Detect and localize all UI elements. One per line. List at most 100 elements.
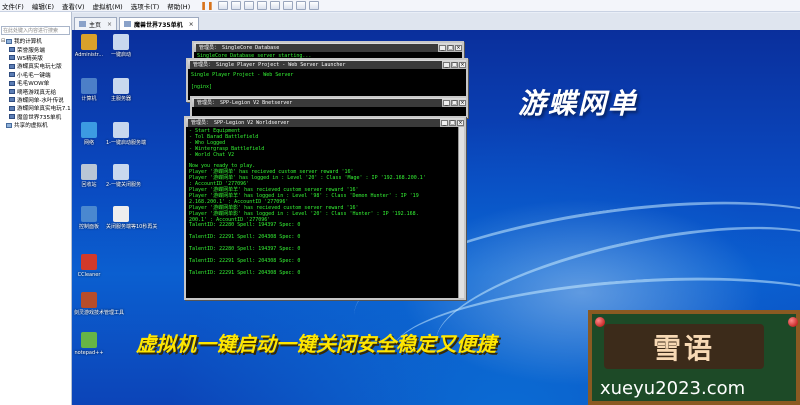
revert-icon[interactable] [243,1,254,10]
unity-icon[interactable] [269,1,280,10]
library-search-input[interactable]: 在此处键入内容进行搜索 [1,26,70,35]
virtual-machine-icon [9,114,15,120]
shortcut-label: 1-一键启动服务端 [106,140,146,146]
minimize-button[interactable]: _ [441,119,448,126]
menu-item-label: 文件(F) [2,2,24,11]
minimize-button[interactable]: _ [443,61,450,68]
library-tree-item[interactable]: 毛毛WOW单 [0,79,71,87]
menu-item[interactable]: 虚拟机(M) [93,1,123,11]
console-line: [nginx] [191,83,213,90]
fullscreen-icon[interactable] [256,1,267,10]
menu-item[interactable]: 选项卡(T) [131,1,160,11]
desktop-shortcut[interactable]: 2-一键关闭服务 [106,164,141,188]
maximize-button[interactable]: □ [449,119,456,126]
library-tree-item[interactable]: ⊟ 我的计算机 [0,37,71,45]
library-tree-item[interactable]: WS精英版 [0,54,71,62]
desktop-shortcut[interactable]: 控制面板 [74,206,104,230]
desktop-shortcut[interactable]: Administr... [74,34,104,58]
shortcut-icon [81,122,97,138]
watermark-badge: 雪语 xueyu2023.com [588,310,800,405]
console-title: 管理员： SPP-Legion V2 Worldserver [188,118,440,127]
thumbnail-icon[interactable] [295,1,306,10]
shortcut-icon [81,206,97,222]
guest-desktop[interactable]: Administr... 一键启动计算机 主服务器 网络 1-一键启动服务端回收站 2-一… [72,30,800,405]
virtual-machine-icon [9,72,15,78]
close-button[interactable]: × [459,61,466,68]
desktop-shortcut[interactable]: 主服务器 [106,78,136,102]
menu-item[interactable]: 查看(V) [62,1,85,11]
library-tree-item[interactable]: 荣誉服务端 [0,45,71,54]
tree-item-label: 游蝶网单-水叶传说 [17,97,64,104]
close-tab-icon[interactable]: × [107,21,112,28]
shortcut-label: notepad++ [74,350,104,356]
stretch-icon[interactable] [308,1,319,10]
tree-item-label: 毛毛WOW单 [17,81,50,88]
desktop-shortcut[interactable]: notepad++ [74,332,104,356]
desktop-shortcut[interactable]: 计算机 [74,78,104,102]
console-output: Single Player Project - Web Server [nginx… [188,69,466,93]
maximize-button[interactable]: □ [451,61,458,68]
library-tree: ⊟ 我的计算机 荣誉服务端 WS精英版游蝶真实电玩七版 小毛毛一键端 毛毛WOW单 嘀嗒游戏… [0,37,71,129]
desktop-shortcut[interactable]: 网络 [74,122,104,146]
menu-item-label: 查看(V) [62,2,85,11]
library-tree-item[interactable]: 游蝶网单-水叶传说 [0,96,71,104]
tree-item-label: 魔兽世界735单机 [17,114,62,121]
console-line: TalentID: 22291 Spell: 204308 Spec: 0 [189,269,301,276]
menu-item[interactable]: 文件(F) [2,1,24,11]
shortcut-label: Administr... [74,52,104,58]
virtual-machine-icon [9,80,15,86]
tab-label: 主页 [89,21,102,29]
desktop-shortcut[interactable]: CCleaner [74,254,104,278]
library-tree-item[interactable]: 嘀嗒游戏真无给 [0,87,71,96]
desktop-shortcut[interactable]: 回收站 [74,164,104,188]
tab-vm[interactable]: 魔兽世界735单机 × [119,17,199,30]
desktop-shortcut[interactable]: 关闭服务端等10秒再关 [106,206,157,230]
menu-item[interactable]: 编辑(E) [32,1,54,11]
watermark-logo: 雪语 [652,331,715,365]
console-scrollbar[interactable] [458,127,464,298]
shortcut-icon [113,122,129,138]
desktop-slogan: 虚拟机一键启动一键关闭安全稳定又便捷 [136,332,496,356]
library-tree-item[interactable]: 共享的虚拟机 [0,121,71,129]
minimize-button[interactable]: _ [443,99,450,106]
library-tree-item[interactable]: 魔兽世界735单机 [0,113,71,121]
virtual-machine-icon [9,89,15,95]
menu-item[interactable]: 帮助(H) [167,1,190,11]
power-icon[interactable] [217,1,228,10]
tree-item-label: 我的计算机 [14,39,42,46]
shortcut-icon [113,34,129,50]
shortcut-label: 计算机 [81,96,97,102]
virtual-machine-icon [9,55,15,61]
tab-home[interactable]: 主页 × [74,17,118,30]
console-title: 管理员： SPP-Legion V2 Bnetserver [194,98,442,107]
close-tab-icon[interactable]: × [189,21,194,28]
shortcut-icon [113,78,129,94]
maximize-button[interactable]: □ [451,99,458,106]
console-window-bnetserver[interactable]: 管理员： SPP-Legion V2 Bnetserver _ □ × [190,96,468,118]
library-tree-item[interactable]: 游蝶网单真实电玩7.18 [0,104,71,112]
minimize-button[interactable]: _ [439,44,446,51]
shortcut-label: 剑灵游戏技术管理工具 [74,310,125,316]
desktop-shortcut[interactable]: 一键启动 [106,34,136,58]
close-button[interactable]: × [457,119,464,126]
watermark-url: xueyu2023.com [600,378,746,399]
console-output: - Start Equipment - Tol Barad Battlefield… [186,127,464,279]
menu-item-label: 选项卡(T) [130,2,160,11]
console-view-icon[interactable] [282,1,293,10]
menu-item-label: 编辑(E) [31,2,54,11]
desktop-shortcut[interactable]: 剑灵游戏技术管理工具 [74,292,125,316]
pause-icon[interactable]: ❚❚ [200,1,213,10]
shortcut-label: 回收站 [81,182,97,188]
tree-item-label: 游蝶真实电玩七版 [17,64,62,71]
close-button[interactable]: × [455,44,462,51]
shortcut-label: 2-一键关闭服务 [106,182,141,188]
library-tree-item[interactable]: 小毛毛一键端 [0,71,71,79]
snapshot-icon[interactable] [230,1,241,10]
console-title: 管理员： SingleCore Database [196,43,438,52]
desktop-shortcut[interactable]: 1-一键启动服务端 [106,122,146,146]
console-window-worldserver[interactable]: 管理员： SPP-Legion V2 Worldserver _ □ × - Sta… [184,116,466,300]
shortcut-icon [113,206,129,222]
library-tree-item[interactable]: 游蝶真实电玩七版 [0,62,71,70]
maximize-button[interactable]: □ [447,44,454,51]
close-button[interactable]: × [459,99,466,106]
